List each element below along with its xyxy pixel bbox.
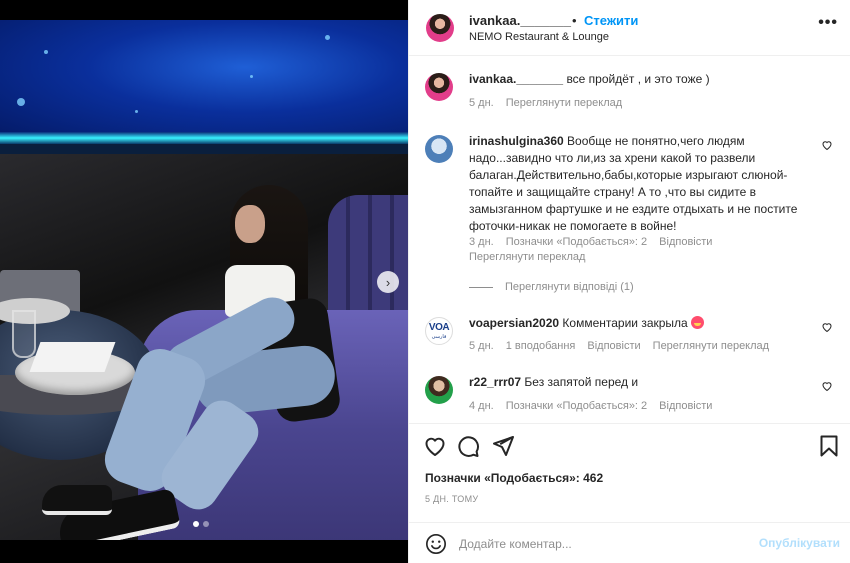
likes-count[interactable]: Позначки «Подобається»: 462 xyxy=(425,471,603,485)
carousel-dot xyxy=(193,521,199,527)
emoji-icon xyxy=(691,316,705,329)
add-comment-bar: Опублікувати xyxy=(409,522,850,563)
heart-icon[interactable] xyxy=(423,434,447,458)
comment-text: Комментарии закрыла xyxy=(562,316,688,330)
post-time[interactable]: 5 ДН. ТОМУ xyxy=(425,494,478,504)
avatar[interactable] xyxy=(425,73,453,101)
aquarium-ceiling xyxy=(0,20,408,138)
comment-icon[interactable] xyxy=(456,434,480,458)
comment-likes[interactable]: Позначки «Подобається»: 2 xyxy=(506,236,647,248)
view-replies-label: Переглянути відповіді (1) xyxy=(505,281,634,293)
follow-button[interactable]: Стежити xyxy=(584,13,638,28)
comment-text: все пройдёт , и это тоже ) xyxy=(566,72,710,86)
wine-glass xyxy=(12,310,36,358)
reply-button[interactable]: Відповісти xyxy=(587,340,640,352)
post-modal: › ivankaa._______ • Стежити NEMO Restaur… xyxy=(0,0,850,563)
avatar[interactable] xyxy=(425,376,453,404)
comment-likes[interactable]: Позначки «Подобається»: 2 xyxy=(506,400,647,412)
comment-text: Вообще не понятно,чего людям надо...зави… xyxy=(469,134,798,233)
comment-time: 5 дн. xyxy=(469,97,494,109)
voa-logo: VOA xyxy=(428,321,450,333)
see-translation-link[interactable]: Переглянути переклад xyxy=(653,340,769,352)
post-photo xyxy=(0,20,408,540)
see-translation-link[interactable]: Переглянути переклад xyxy=(469,251,585,263)
carousel-next-button[interactable]: › xyxy=(377,271,399,293)
author-username[interactable]: ivankaa._______ xyxy=(469,13,571,28)
comment-time: 5 дн. xyxy=(469,340,494,352)
heart-icon[interactable] xyxy=(821,380,833,392)
chevron-right-icon: › xyxy=(385,274,391,290)
carousel-dot xyxy=(203,521,209,527)
comment-text: Без запятой перед и xyxy=(524,375,639,389)
bookmark-icon[interactable] xyxy=(817,434,841,458)
post-header: ivankaa._______ • Стежити NEMO Restauran… xyxy=(409,0,850,56)
reply-button[interactable]: Відповісти xyxy=(659,400,712,412)
post-sidebar: ivankaa._______ • Стежити NEMO Restauran… xyxy=(408,0,850,563)
comments-list: ivankaa._______ все пройдёт , и это тоже… xyxy=(409,57,850,423)
carousel-dots xyxy=(193,521,209,527)
comment-username[interactable]: ivankaa._______ xyxy=(469,72,563,86)
comment-username[interactable]: r22_rrr07 xyxy=(469,375,521,389)
post-photo-pane: › xyxy=(0,0,408,563)
avatar-sub-label: فارسی xyxy=(431,333,447,340)
avatar[interactable] xyxy=(425,135,453,163)
comment-username[interactable]: voapersian2020 xyxy=(469,316,559,330)
avatar[interactable]: VOA فارسی xyxy=(425,317,453,345)
share-icon[interactable] xyxy=(491,434,515,458)
comment-likes[interactable]: 1 вподобання xyxy=(506,340,576,352)
more-icon[interactable]: ••• xyxy=(818,14,838,32)
comment-time: 4 дн. xyxy=(469,400,494,412)
heart-icon[interactable] xyxy=(821,321,833,333)
smile-icon[interactable] xyxy=(425,533,447,555)
view-replies-button[interactable]: Переглянути відповіді (1) xyxy=(469,281,634,293)
comment-time: 3 дн. xyxy=(469,236,494,248)
comment-input[interactable] xyxy=(459,532,749,556)
publish-button[interactable]: Опублікувати xyxy=(759,536,840,550)
avatar[interactable] xyxy=(426,14,454,42)
location-link[interactable]: NEMO Restaurant & Lounge xyxy=(469,31,609,43)
reply-button[interactable]: Відповісти xyxy=(659,236,712,248)
separator-dot: • xyxy=(572,13,577,28)
comment-username[interactable]: irinashulgina360 xyxy=(469,134,564,148)
see-translation-link[interactable]: Переглянути переклад xyxy=(506,97,622,109)
heart-icon[interactable] xyxy=(821,139,833,151)
